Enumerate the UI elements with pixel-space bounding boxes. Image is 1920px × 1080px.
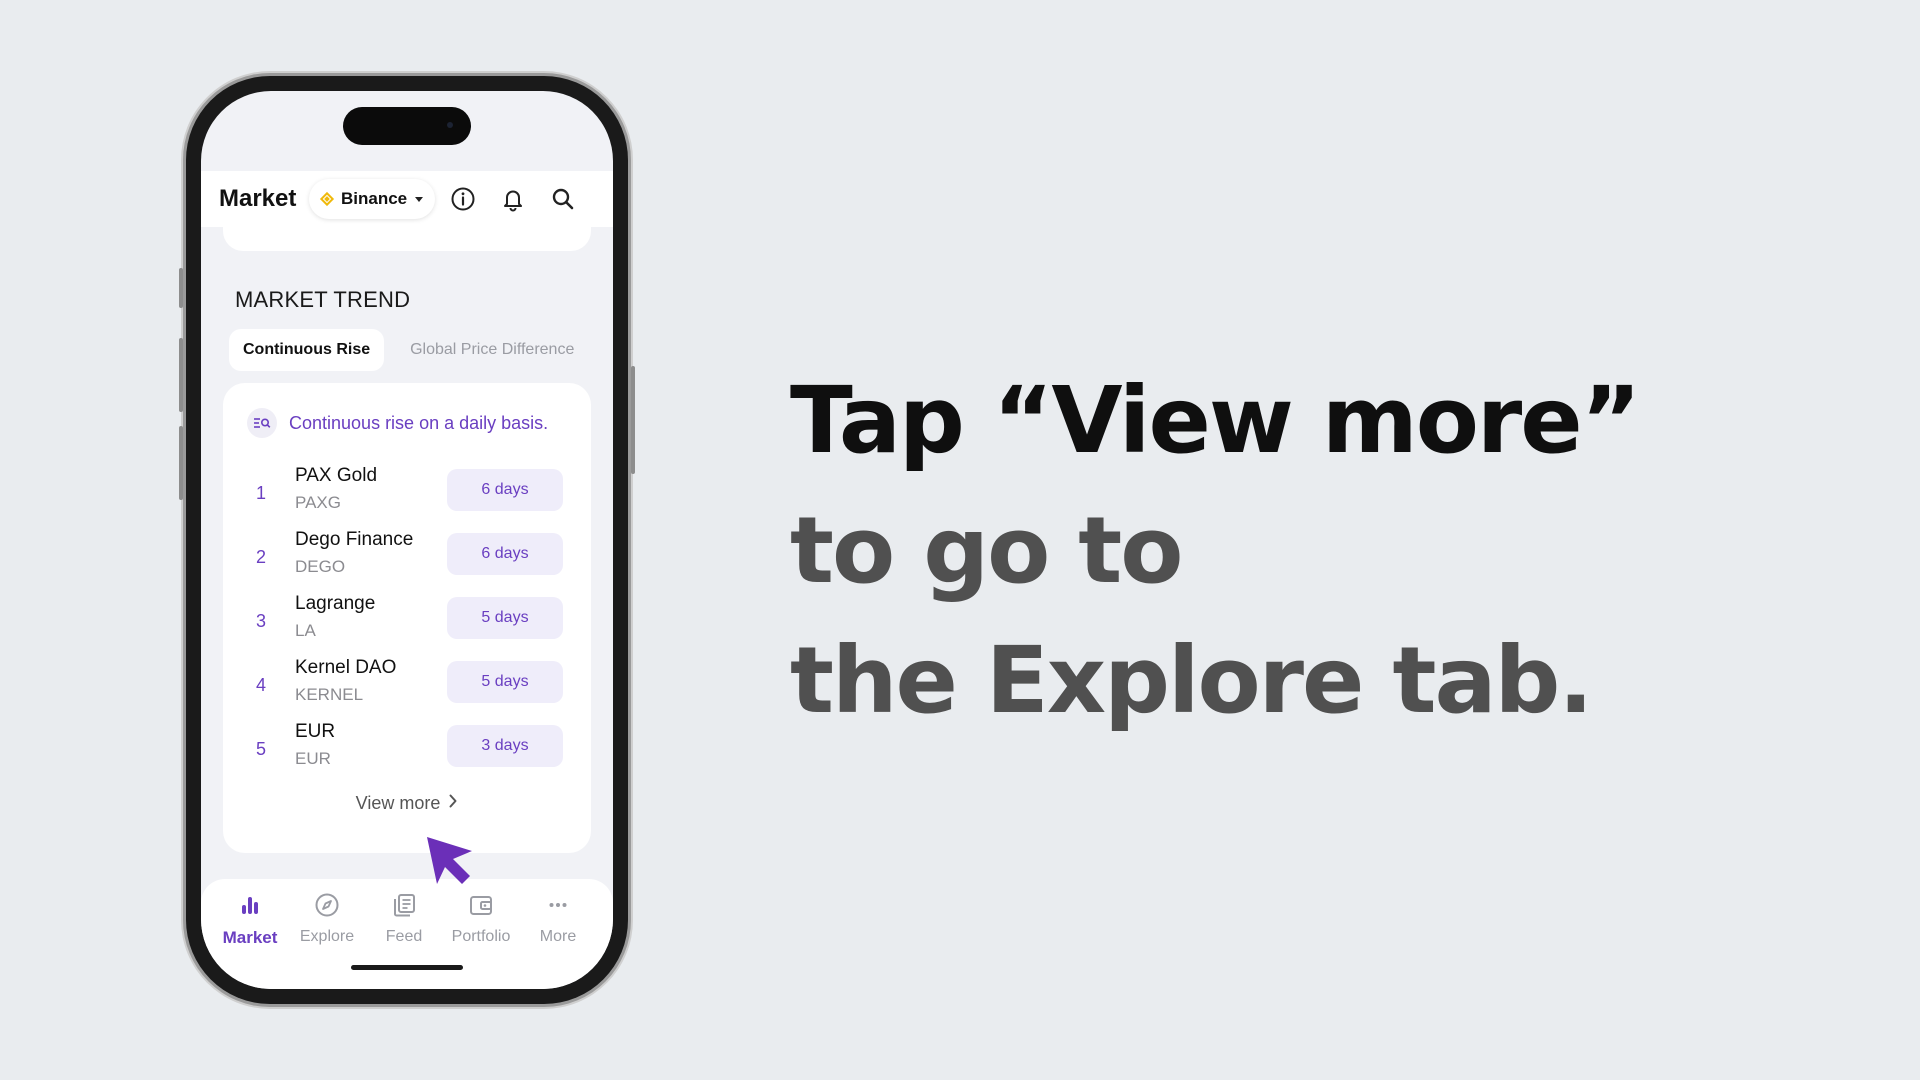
caption-line-1: Tap “View more” (790, 367, 1641, 474)
cursor-arrow-icon (424, 834, 476, 886)
coin-name: PAX Gold (295, 465, 378, 486)
nav-item-feed[interactable]: Feed (365, 891, 443, 946)
rank-number: 4 (255, 675, 266, 695)
list-search-icon (247, 408, 277, 438)
section-title: MARKET TREND (235, 287, 411, 312)
coin-symbol: DEGO (295, 557, 346, 576)
nav-item-portfolio[interactable]: Portfolio (442, 891, 520, 946)
feed-icon (390, 891, 418, 924)
days-badge: 5 days (447, 597, 563, 639)
chevron-right-icon (448, 793, 458, 814)
rank-number: 3 (255, 611, 266, 631)
coin-symbol: EUR (295, 749, 331, 768)
caret-down-icon (415, 196, 424, 202)
trend-card: Continuous rise on a daily basis. 1 PAX … (223, 383, 591, 853)
tab-global-price-difference[interactable]: Global Price Difference (396, 329, 588, 371)
rank-number: 2 (255, 547, 266, 567)
days-badge: 3 days (447, 725, 563, 767)
view-more-label: View more (355, 793, 441, 813)
coin-symbol: PAXG (295, 493, 341, 512)
nav-label: Feed (385, 928, 423, 945)
search-icon[interactable] (549, 185, 577, 213)
nav-label: Market (222, 928, 278, 947)
binance-logo-icon (319, 191, 335, 207)
chart-bars-icon (236, 891, 264, 924)
exchange-label: Binance (341, 189, 408, 208)
app-header: Market Binance (201, 171, 613, 227)
phone-volume-up-button (179, 338, 183, 412)
phone-volume-down-button (179, 426, 183, 500)
trend-hint: Continuous rise on a daily basis. (247, 408, 548, 438)
phone-mockup: Market Binance MARKET TREND Continuous R… (179, 76, 635, 1004)
days-badge: 5 days (447, 661, 563, 703)
trend-tabs: Continuous Rise Global Price Difference (229, 329, 588, 371)
compass-icon (313, 891, 341, 924)
coin-name: Dego Finance (295, 529, 414, 550)
phone-screen: Market Binance MARKET TREND Continuous R… (201, 91, 613, 989)
info-icon[interactable] (449, 185, 477, 213)
rank-number: 5 (255, 739, 266, 759)
caption-line-3: the Explore tab. (790, 627, 1593, 734)
exchange-selector[interactable]: Binance (309, 179, 436, 219)
phone-power-button (631, 366, 635, 474)
instruction-caption: Tap “View more” to go to the Explore tab… (790, 356, 1641, 746)
bottom-nav: Market Explore Feed Portfolio More (201, 879, 613, 989)
view-more-button[interactable]: View more (223, 793, 591, 814)
bell-icon[interactable] (499, 185, 527, 213)
home-indicator (351, 965, 463, 970)
wallet-icon (467, 891, 495, 924)
coin-name: EUR (295, 721, 336, 742)
page-title: Market (219, 185, 297, 212)
nav-label: Explore (299, 928, 355, 945)
list-item[interactable]: 4 Kernel DAO KERNEL 5 days (223, 657, 591, 717)
rank-number: 1 (255, 483, 266, 503)
nav-label: Portfolio (451, 928, 511, 945)
list-item[interactable]: 5 EUR EUR 3 days (223, 721, 591, 781)
days-badge: 6 days (447, 533, 563, 575)
coin-symbol: LA (295, 621, 316, 640)
phone-action-button (179, 268, 183, 308)
tab-continuous-rise[interactable]: Continuous Rise (229, 329, 385, 371)
list-item[interactable]: 1 PAX Gold PAXG 6 days (223, 465, 591, 525)
hint-text: Continuous rise on a daily basis. (289, 412, 549, 433)
nav-label: More (539, 928, 577, 945)
dynamic-island (343, 107, 471, 145)
list-item[interactable]: 3 Lagrange LA 5 days (223, 593, 591, 653)
more-dots-icon (544, 891, 572, 924)
nav-item-more[interactable]: More (519, 891, 597, 946)
coin-name: Kernel DAO (295, 657, 397, 678)
coin-symbol: KERNEL (295, 685, 364, 704)
coin-name: Lagrange (295, 593, 376, 614)
list-item[interactable]: 2 Dego Finance DEGO 6 days (223, 529, 591, 589)
caption-line-2: to go to (790, 497, 1184, 604)
nav-item-market[interactable]: Market (211, 891, 289, 948)
nav-item-explore[interactable]: Explore (288, 891, 366, 946)
days-badge: 6 days (447, 469, 563, 511)
